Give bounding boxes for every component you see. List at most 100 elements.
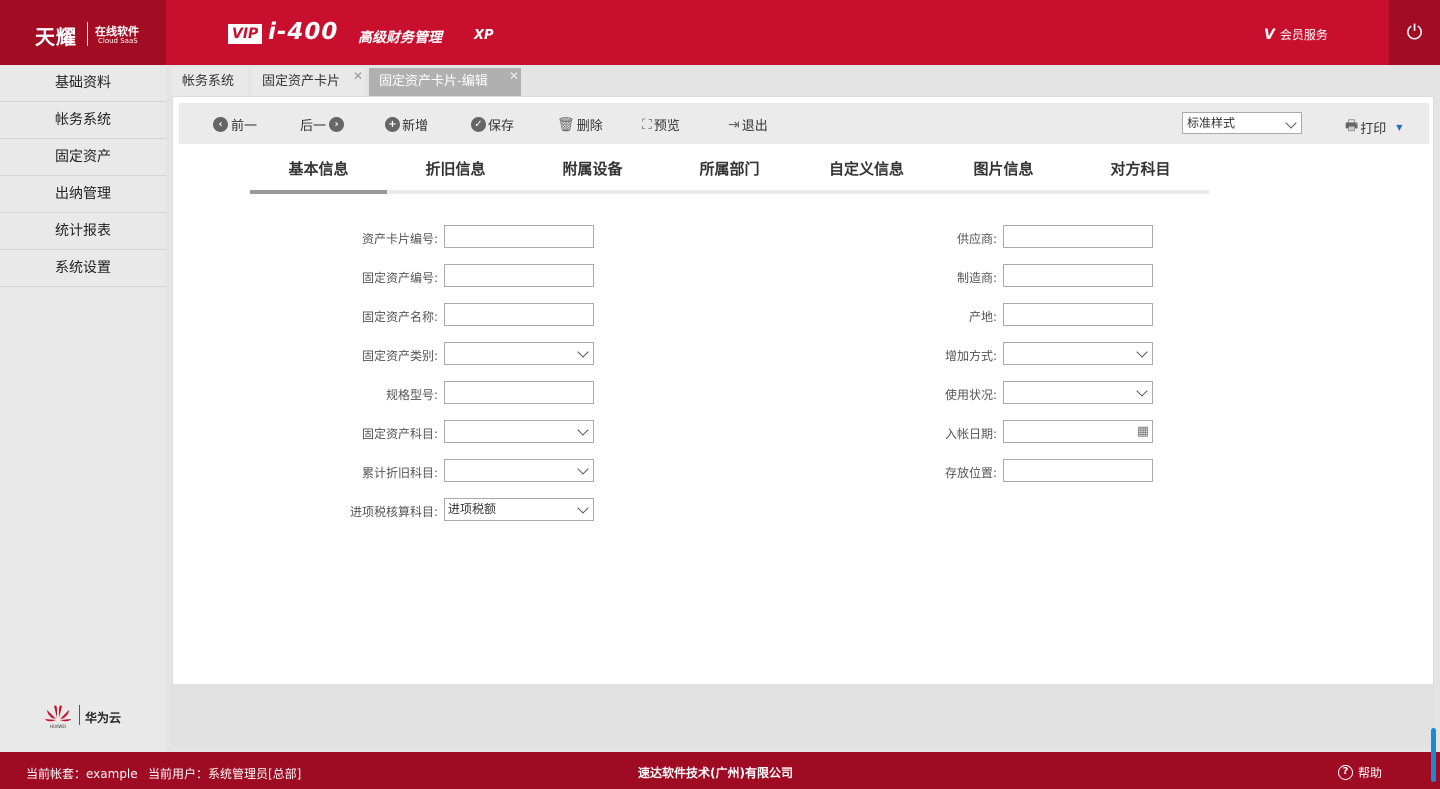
prev-button[interactable]: ‹ 前一 <box>213 115 257 134</box>
tab-attached-equipment[interactable]: 附属设备 <box>524 152 661 190</box>
usage-status-label: 使用状况: <box>944 388 997 402</box>
entry-date-field[interactable]: ▦ <box>1003 420 1153 443</box>
asset-account-label: 固定资产科目: <box>361 427 438 441</box>
sidebar-item-cashier[interactable]: 出纳管理 <box>0 176 166 213</box>
chevron-right-icon: › <box>329 117 345 132</box>
huawei-logo-text: HUAWEI <box>50 724 66 729</box>
add-button[interactable]: + 新增 <box>385 115 428 134</box>
tab-depreciation-info[interactable]: 折旧信息 <box>387 152 524 190</box>
huawei-cloud-logo: HUAWEI 华为云 <box>44 702 144 730</box>
chevron-down-icon <box>577 463 589 475</box>
logo-main: 天耀 <box>35 25 77 49</box>
help-button[interactable]: ? 帮助 <box>1338 764 1382 781</box>
sidebar-item-fixed-assets[interactable]: 固定资产 <box>0 139 166 176</box>
tab-department[interactable]: 所属部门 <box>661 152 798 190</box>
sidebar-item-basic-data[interactable]: 基础资料 <box>0 65 166 102</box>
chevron-down-icon <box>577 346 589 358</box>
asset-number-label: 固定资产编号: <box>361 271 438 285</box>
check-icon: ✓ <box>471 117 486 132</box>
logo-tagline: Cloud SaaS <box>98 37 138 45</box>
tab-accounting[interactable]: 帐务系统 <box>172 68 248 96</box>
app-logo: 天耀 在线软件 Cloud SaaS <box>0 0 166 65</box>
exit-icon: ⇥ <box>728 116 740 133</box>
increase-method-select[interactable] <box>1003 342 1153 365</box>
exit-label: 退出 <box>741 119 768 134</box>
tab-fixed-asset-card-edit[interactable]: 固定资产卡片-编辑 ✕ <box>369 68 521 96</box>
manufacturer-label: 制造商: <box>956 271 997 285</box>
sidebar-item-reports[interactable]: 统计报表 <box>0 213 166 250</box>
sidebar-item-settings[interactable]: 系统设置 <box>0 250 166 287</box>
sidebar-item-accounting[interactable]: 帐务系统 <box>0 102 166 139</box>
close-icon[interactable]: ✕ <box>353 62 363 90</box>
save-button[interactable]: ✓ 保存 <box>471 115 514 134</box>
content-footer <box>173 684 1433 746</box>
next-button[interactable]: 后一 › <box>300 115 345 134</box>
chevron-down-icon <box>1136 385 1148 397</box>
current-account: 当前帐套：example <box>26 767 138 781</box>
accum-depreciation-label: 累计折旧科目: <box>361 466 438 480</box>
asset-name-label: 固定资产名称: <box>361 310 438 324</box>
preview-label: 预览 <box>653 119 680 134</box>
delete-button[interactable]: 🗑 删除 <box>557 115 603 135</box>
save-label: 保存 <box>488 119 515 134</box>
manufacturer-field[interactable] <box>1003 264 1153 287</box>
sidebar: 基础资料 帐务系统 固定资产 出纳管理 统计报表 系统设置 <box>0 65 166 752</box>
asset-card-number-label: 资产卡片编号: <box>361 232 438 246</box>
add-label: 新增 <box>402 119 429 134</box>
asset-number-field[interactable] <box>444 264 594 287</box>
close-icon[interactable]: ✕ <box>509 62 519 90</box>
asset-category-label: 固定资产类别: <box>361 349 438 363</box>
company-name: 速达软件技术(广州)有限公司 <box>638 766 793 780</box>
asset-card-number-field[interactable] <box>444 225 594 248</box>
member-service-link[interactable]: V 会员服务 <box>1264 26 1328 43</box>
origin-label: 产地: <box>968 310 997 324</box>
chevron-down-icon <box>577 424 589 436</box>
tab-label: 帐务系统 <box>182 74 235 89</box>
member-v-icon: V <box>1264 27 1275 43</box>
trash-icon: 🗑 <box>557 116 575 133</box>
huawei-flower-icon: HUAWEI <box>45 705 71 729</box>
help-label: 帮助 <box>1358 766 1383 780</box>
asset-category-select[interactable] <box>444 342 594 365</box>
scrollbar-thumb[interactable] <box>1431 728 1436 782</box>
app-header: 天耀 在线软件 Cloud SaaS VIP i-400 高级财务管理 XP V… <box>0 0 1440 65</box>
input-tax-account-select[interactable]: 进项税额 <box>444 498 594 521</box>
power-button[interactable]: ⏻ <box>1389 0 1440 65</box>
asset-name-field[interactable] <box>444 303 594 326</box>
usage-status-select[interactable] <box>1003 381 1153 404</box>
spec-model-field[interactable] <box>444 381 594 404</box>
toolbar: ‹ 前一 后一 › + 新增 ✓ 保存 🗑 删除 ⛶ 预览 ⇥ 退出 标准样式 🖶 打印 ▼ <box>179 103 1429 144</box>
caret-down-icon[interactable]: ▼ <box>1396 123 1402 132</box>
tab-label: 固定资产卡片 <box>262 74 341 89</box>
delete-label: 删除 <box>576 119 603 134</box>
input-tax-account-label: 进项税核算科目: <box>349 505 438 519</box>
printer-icon: 🖶 <box>1345 118 1359 134</box>
prev-label: 前一 <box>231 119 258 134</box>
supplier-label: 供应商: <box>956 232 997 246</box>
tab-basic-info[interactable]: 基本信息 <box>250 152 387 194</box>
tab-image-info[interactable]: 图片信息 <box>935 152 1072 190</box>
print-button[interactable]: 🖶 打印 ▼ <box>1345 115 1402 139</box>
preview-button[interactable]: ⛶ 预览 <box>642 115 680 135</box>
increase-method-label: 增加方式: <box>944 349 997 363</box>
asset-account-select[interactable] <box>444 420 594 443</box>
current-user: 当前用户：系统管理员[总部] <box>148 767 302 781</box>
tab-custom-info[interactable]: 自定义信息 <box>798 152 935 190</box>
supplier-field[interactable] <box>1003 225 1153 248</box>
partner-name: 华为云 <box>85 711 122 725</box>
storage-location-field[interactable] <box>1003 459 1153 482</box>
tab-fixed-asset-card[interactable]: 固定资产卡片 ✕ <box>252 68 365 96</box>
accum-depreciation-select[interactable] <box>444 459 594 482</box>
product-logo: i-400 <box>268 19 339 45</box>
chevron-down-icon <box>577 502 589 514</box>
print-style-select[interactable]: 标准样式 <box>1182 112 1302 134</box>
plus-icon: + <box>385 117 400 132</box>
origin-field[interactable] <box>1003 303 1153 326</box>
calendar-icon[interactable]: ▦ <box>1137 421 1149 442</box>
help-icon: ? <box>1338 765 1353 780</box>
exit-button[interactable]: ⇥ 退出 <box>728 115 768 135</box>
logo-divider <box>87 22 88 46</box>
storage-location-label: 存放位置: <box>944 466 997 480</box>
input-tax-account-value: 进项税额 <box>448 502 497 516</box>
tab-contra-account[interactable]: 对方科目 <box>1072 152 1209 190</box>
